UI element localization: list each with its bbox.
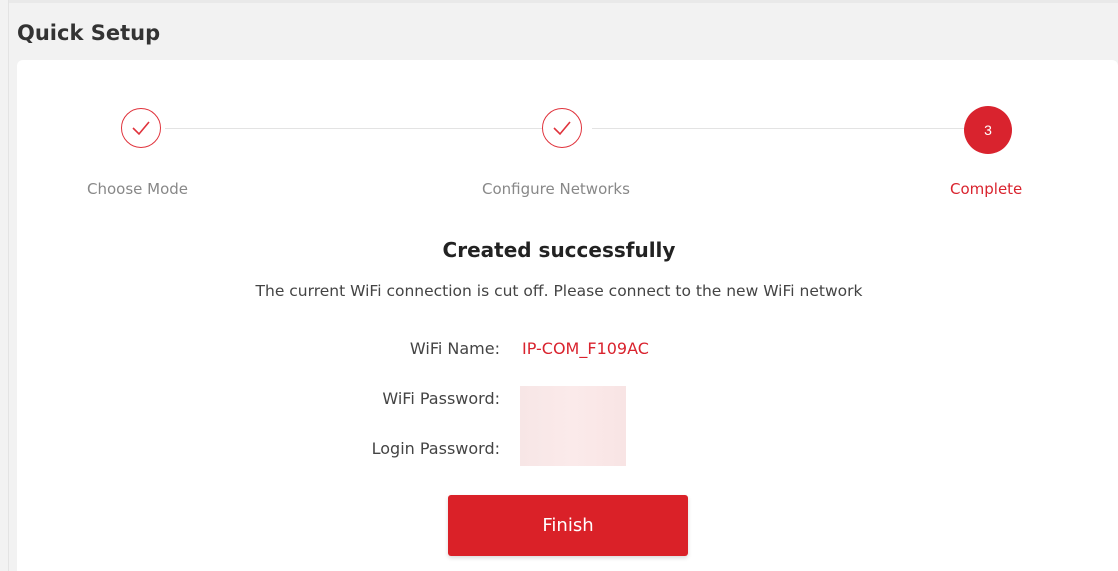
wifi-password-value-masked <box>520 386 626 426</box>
wifi-name-value: IP-COM_F109AC <box>522 339 649 358</box>
step-connector-2 <box>592 128 964 129</box>
success-message: The current WiFi connection is cut off. … <box>255 282 863 300</box>
checkmark-icon <box>132 121 150 136</box>
step-connector-1 <box>165 128 542 129</box>
step-2-check-icon <box>542 108 582 148</box>
step-label-choose-mode: Choose Mode <box>87 180 189 198</box>
step-3-badge: 3 <box>964 106 1012 154</box>
top-divider <box>8 0 1118 3</box>
wifi-password-label: WiFi Password: <box>382 389 500 408</box>
step-label-configure-networks: Configure Networks <box>482 180 630 198</box>
wifi-name-label: WiFi Name: <box>409 339 500 358</box>
page-title: Quick Setup <box>17 21 161 45</box>
step-1-check-icon <box>121 108 161 148</box>
step-label-complete: Complete <box>950 180 1023 198</box>
login-password-value-masked <box>520 426 626 466</box>
finish-button[interactable]: Finish <box>448 495 688 556</box>
step-3-number: 3 <box>984 122 992 138</box>
login-password-label: Login Password: <box>371 439 500 458</box>
checkmark-icon <box>553 121 571 136</box>
success-heading: Created successfully <box>442 238 676 262</box>
quick-setup-page: Quick Setup Choose Mode Configure Networ… <box>0 0 1118 571</box>
